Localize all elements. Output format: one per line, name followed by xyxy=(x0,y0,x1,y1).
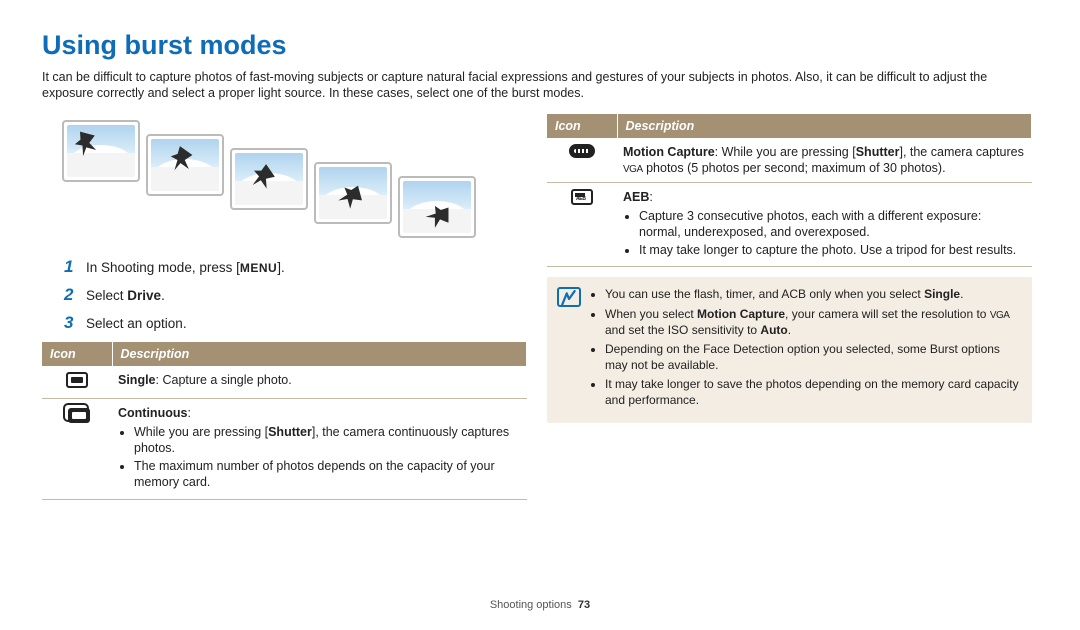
step-3: 3 Select an option. xyxy=(64,312,527,334)
note-box: You can use the flash, timer, and ACB on… xyxy=(547,277,1032,422)
list-item: The maximum number of photos depends on … xyxy=(134,458,521,491)
options-table-left: Icon Description Single: Capture a singl… xyxy=(42,342,527,500)
row-motion-capture: Motion Capture: While you are pressing [… xyxy=(547,138,1032,183)
list-item: While you are pressing [Shutter], the ca… xyxy=(134,424,521,457)
step-number: 3 xyxy=(64,312,86,334)
note-item: You can use the flash, timer, and ACB on… xyxy=(605,287,1020,303)
continuous-icon xyxy=(68,408,90,423)
single-shot-icon xyxy=(66,372,88,388)
steps-list: 1 In Shooting mode, press [MENU]. 2 Sele… xyxy=(64,256,527,334)
col-icon: Icon xyxy=(42,342,112,366)
intro-text: It can be difficult to capture photos of… xyxy=(42,69,1038,102)
list-item: It may take longer to capture the photo.… xyxy=(639,242,1026,258)
col-description: Description xyxy=(112,342,527,366)
step-1: 1 In Shooting mode, press [MENU]. xyxy=(64,256,527,278)
vga-label: VGA xyxy=(990,310,1010,321)
note-item: When you select Motion Capture, your cam… xyxy=(605,307,1020,338)
vga-label: VGA xyxy=(623,164,643,175)
step-number: 2 xyxy=(64,284,86,306)
burst-illustration xyxy=(62,120,527,238)
note-item: Depending on the Face Detection option y… xyxy=(605,342,1020,373)
col-icon: Icon xyxy=(547,114,617,138)
aeb-icon xyxy=(571,189,593,205)
options-table-right: Icon Description Motion Capture: While y… xyxy=(547,114,1032,268)
page-footer: Shooting options 73 xyxy=(0,598,1080,612)
row-single: Single: Capture a single photo. xyxy=(42,366,527,399)
row-aeb: AEB: Capture 3 consecutive photos, each … xyxy=(547,183,1032,267)
step-text: Select an option. xyxy=(86,315,187,333)
motion-capture-icon xyxy=(569,144,595,158)
step-2: 2 Select Drive. xyxy=(64,284,527,306)
step-text: Select Drive. xyxy=(86,287,165,305)
menu-label: MENU xyxy=(240,261,277,275)
step-text: In Shooting mode, press [MENU]. xyxy=(86,259,285,277)
col-description: Description xyxy=(617,114,1032,138)
right-column: Icon Description Motion Capture: While y… xyxy=(547,114,1032,500)
note-item: It may take longer to save the photos de… xyxy=(605,377,1020,408)
step-number: 1 xyxy=(64,256,86,278)
row-continuous: Continuous: While you are pressing [Shut… xyxy=(42,399,527,499)
note-icon xyxy=(557,287,581,307)
list-item: Capture 3 consecutive photos, each with … xyxy=(639,208,1026,241)
page-title: Using burst modes xyxy=(42,28,1038,63)
left-column: 1 In Shooting mode, press [MENU]. 2 Sele… xyxy=(42,114,527,500)
